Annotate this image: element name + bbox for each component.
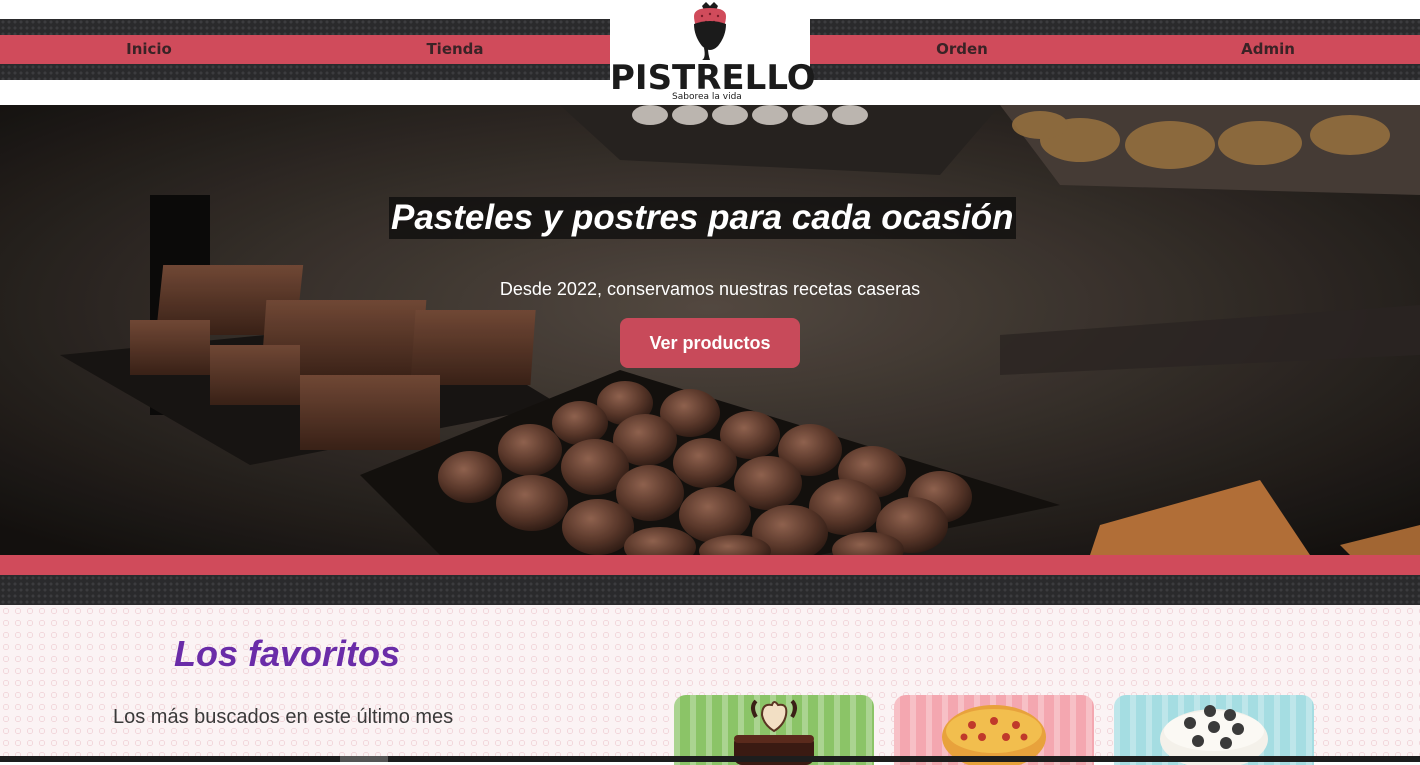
- favorite-card[interactable]: [1114, 695, 1314, 765]
- nav-item-admin[interactable]: Admin: [1215, 35, 1321, 64]
- favorites-subtitle: Los más buscados en este último mes: [113, 706, 454, 728]
- view-products-button[interactable]: Ver productos: [620, 318, 800, 368]
- favorites-section: Los favoritos Los más buscados en este ú…: [0, 605, 1420, 765]
- section-divider-pattern: [0, 575, 1420, 605]
- nav-item-inicio[interactable]: Inicio: [96, 35, 202, 64]
- section-divider-red: [0, 555, 1420, 575]
- strawberry-icon: [694, 2, 726, 60]
- favorite-card[interactable]: [894, 695, 1094, 765]
- nav-item-tienda[interactable]: Tienda: [402, 35, 508, 64]
- scrollbar-thumb[interactable]: [340, 756, 388, 762]
- pineapple-cake-image: [942, 705, 1046, 765]
- favorites-title: Los favoritos: [174, 633, 401, 674]
- hero-title: Pasteles y postres para cada ocasión: [389, 197, 1016, 239]
- nav-item-orden[interactable]: Orden: [909, 35, 1015, 64]
- hero-banner: Pasteles y postres para cada ocasión Des…: [0, 105, 1420, 555]
- hero-subtitle: Desde 2022, conservamos nuestras recetas…: [499, 279, 921, 299]
- logo-tagline: Saborea la vida: [672, 92, 742, 102]
- logo[interactable]: PISTRELLO Saborea la vida: [610, 0, 816, 104]
- chocolate-heart-cake-image: [734, 699, 814, 765]
- cookies-cream-cake-image: [1160, 705, 1268, 765]
- favorite-card[interactable]: [674, 695, 874, 765]
- site-header: Inicio Tienda Orden Admin PISTRELLO Sabo…: [0, 0, 1420, 105]
- horizontal-scrollbar[interactable]: [0, 756, 1420, 762]
